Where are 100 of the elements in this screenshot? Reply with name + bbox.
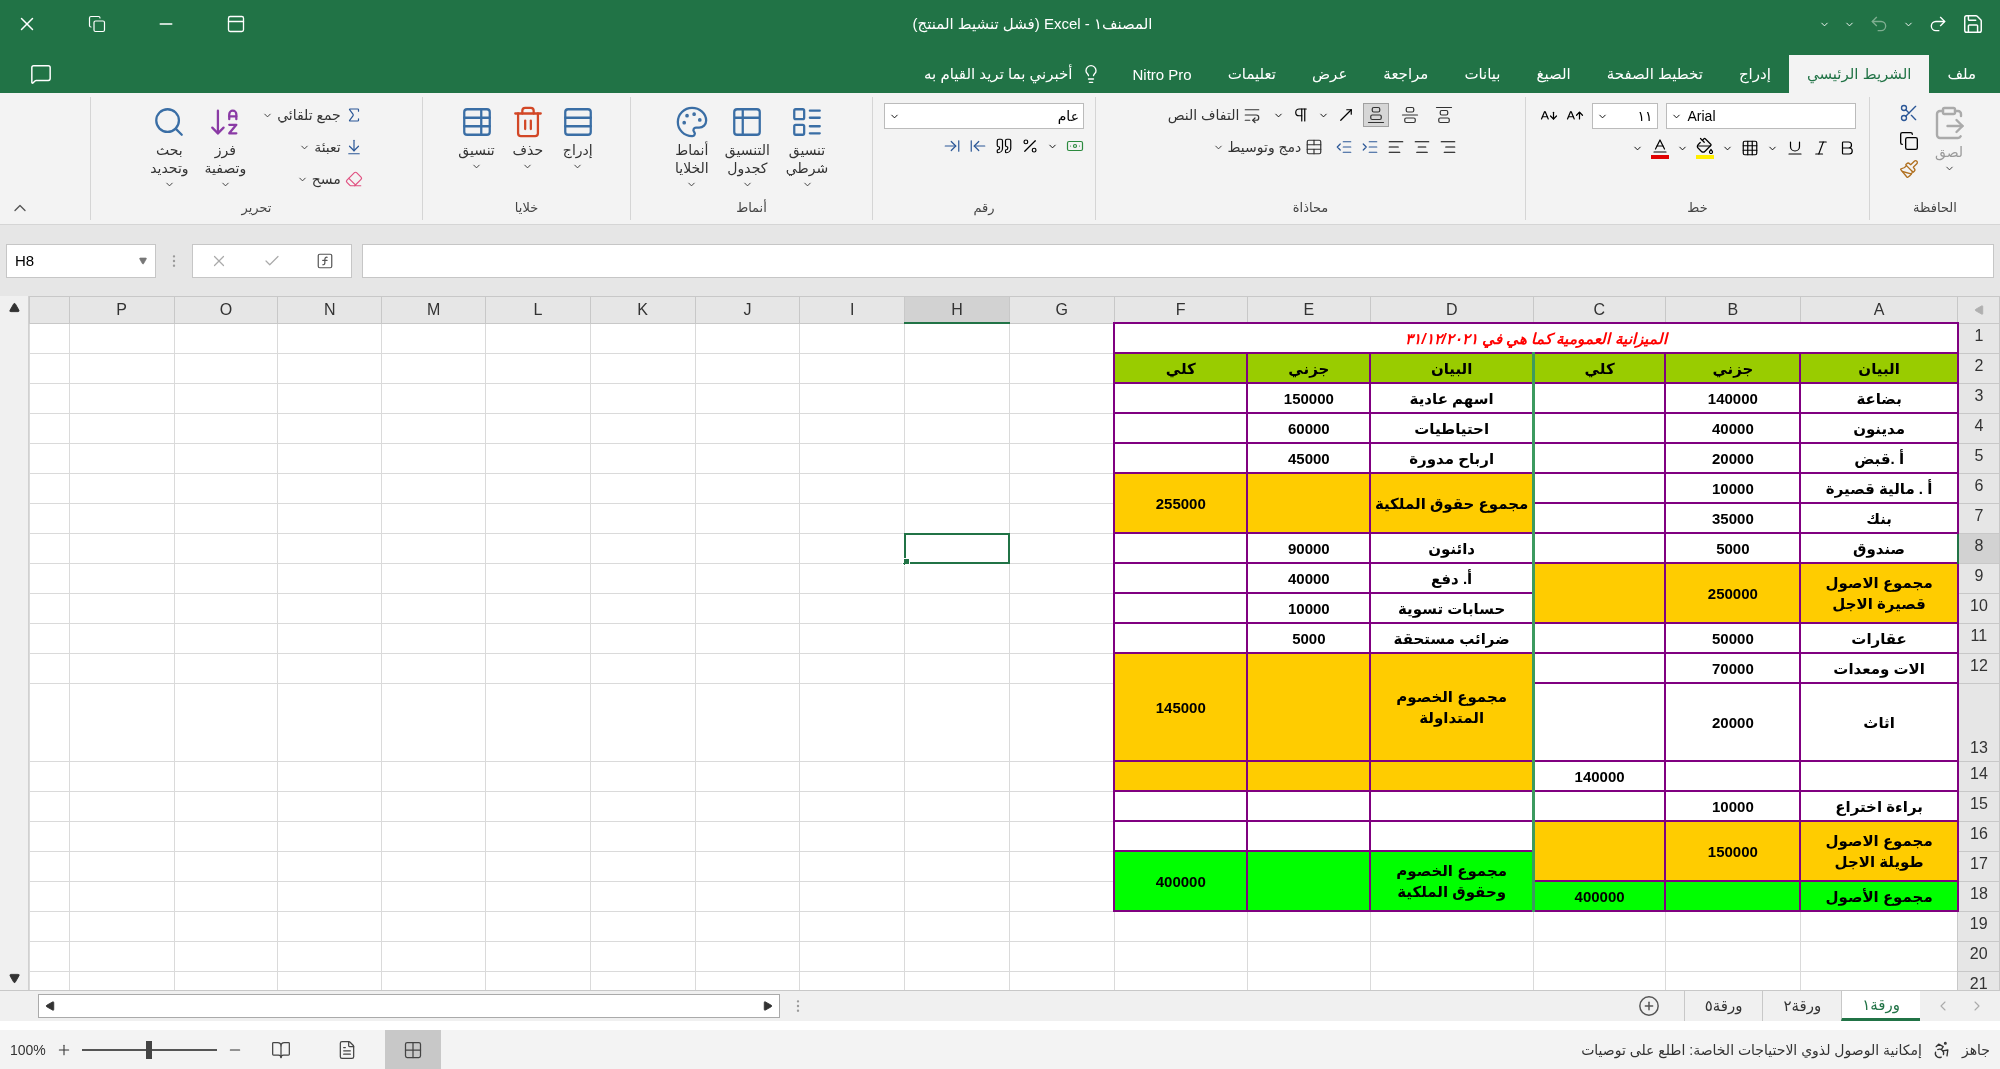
sheet-tab[interactable]: ورقة١ bbox=[1841, 991, 1920, 1021]
ribbon-tab[interactable]: الشريط الرئيسي bbox=[1788, 55, 1930, 93]
borders-icon[interactable] bbox=[1740, 139, 1759, 157]
formula-input[interactable] bbox=[362, 243, 1994, 278]
conditional-format-button[interactable]: تنسيق شرطي bbox=[781, 103, 833, 193]
format-painter-icon[interactable] bbox=[1899, 159, 1919, 179]
indent-increase-icon[interactable] bbox=[1361, 138, 1380, 156]
table-cell: 140000 bbox=[1533, 761, 1666, 791]
align-center-icon[interactable] bbox=[1413, 138, 1432, 156]
font-color-icon[interactable] bbox=[1650, 137, 1669, 159]
fill-button[interactable]: تعبئة bbox=[258, 135, 367, 159]
cut-icon[interactable] bbox=[1899, 103, 1919, 123]
percent-icon[interactable] bbox=[1021, 137, 1039, 155]
insert-function-icon[interactable] bbox=[315, 251, 334, 270]
add-sheet-icon[interactable] bbox=[1637, 995, 1660, 1017]
column-header[interactable]: I bbox=[799, 296, 905, 323]
cell-styles-icon[interactable] bbox=[674, 105, 709, 139]
table-cell: 10000 bbox=[1247, 593, 1371, 623]
book-icon bbox=[270, 1039, 291, 1060]
table-cell: 50000 bbox=[1665, 623, 1801, 653]
ribbon-tab[interactable]: مراجعة bbox=[1365, 55, 1447, 93]
delete-button[interactable]: حذف bbox=[506, 103, 549, 175]
sheet-tab[interactable]: ورقة٥ bbox=[1683, 991, 1763, 1021]
row-header[interactable]: 19 bbox=[1957, 911, 2000, 941]
ribbon-tab[interactable]: Nitro Pro bbox=[1114, 55, 1210, 93]
column-header[interactable]: J bbox=[695, 296, 800, 323]
table-cell: 70000 bbox=[1665, 653, 1801, 683]
clear-button[interactable]: مسح bbox=[258, 167, 367, 191]
font-field[interactable]: Arial bbox=[1665, 103, 1856, 129]
ribbon-tab[interactable]: تعليمات bbox=[1209, 55, 1294, 93]
accessibility-status[interactable]: إمكانية الوصول لذوي الاحتياجات الخاصة: اطلع على توصيات bbox=[1581, 1041, 1922, 1058]
row-header[interactable]: 20 bbox=[1957, 941, 2000, 971]
column-header[interactable]: K bbox=[590, 296, 696, 323]
font-size-field[interactable]: ١١ bbox=[1591, 103, 1658, 129]
top-align-icon[interactable] bbox=[1435, 106, 1454, 124]
conditional-format-icon[interactable] bbox=[790, 105, 824, 139]
format-button[interactable]: تنسيق bbox=[454, 103, 499, 175]
scroll-right-icon[interactable] bbox=[763, 1001, 773, 1011]
column-header[interactable]: F bbox=[1114, 296, 1248, 323]
horizontal-scrollbar[interactable] bbox=[38, 994, 780, 1018]
restore-icon[interactable] bbox=[88, 15, 106, 33]
zoom-level[interactable]: 100% bbox=[10, 1041, 46, 1058]
column-header[interactable]: D bbox=[1370, 296, 1534, 323]
sheet-tab[interactable]: ورقة٢ bbox=[1762, 991, 1842, 1021]
table-cell: عقارات bbox=[1800, 623, 1958, 653]
merge-center-button[interactable]: دمج وتوسيط bbox=[1208, 135, 1328, 159]
ribbon-tab[interactable]: الصيغ bbox=[1518, 55, 1589, 93]
scroll-left-icon[interactable] bbox=[45, 1001, 55, 1011]
redo-icon[interactable] bbox=[1928, 14, 1948, 34]
ribbon-tab[interactable]: ملف bbox=[1929, 55, 1994, 93]
ribbon-tab[interactable]: تخطيط الصفحة bbox=[1588, 55, 1721, 93]
align-right-icon[interactable] bbox=[1439, 138, 1458, 156]
column-header[interactable]: O bbox=[174, 296, 278, 323]
column-header[interactable]: L bbox=[485, 296, 591, 323]
middle-align-icon[interactable] bbox=[1401, 106, 1420, 124]
comment-icon[interactable] bbox=[30, 63, 52, 85]
column-header[interactable]: A bbox=[1800, 296, 1958, 323]
column-header[interactable]: G bbox=[1009, 296, 1115, 323]
column-header[interactable]: B bbox=[1665, 296, 1801, 323]
ribbon-display-icon[interactable] bbox=[226, 14, 246, 34]
find-select-button[interactable]: بحث وتحديد bbox=[146, 103, 193, 193]
zoom-slider[interactable] bbox=[146, 1040, 153, 1059]
ribbon-tab[interactable]: بيانات bbox=[1446, 55, 1519, 93]
table-cell: 90000 bbox=[1247, 533, 1371, 563]
cell-styles-button[interactable]: أنماط الخلايا bbox=[670, 103, 713, 193]
table-cell: 20000 bbox=[1665, 443, 1801, 473]
ribbon-tab[interactable]: إدراج bbox=[1720, 55, 1789, 93]
column-header[interactable]: P bbox=[69, 296, 174, 323]
number-format-field[interactable]: عام bbox=[884, 103, 1084, 129]
table-cell: جزني bbox=[1247, 353, 1371, 383]
table-cell: 250000 bbox=[1665, 563, 1801, 623]
scroll-down-icon[interactable] bbox=[8, 973, 20, 984]
row-header[interactable]: 8 bbox=[1957, 533, 2000, 563]
wrap-text-button[interactable]: التفاف النص bbox=[1163, 103, 1266, 127]
insert-button[interactable]: إدراج bbox=[556, 103, 599, 175]
group-label: تحرير bbox=[240, 200, 273, 218]
wrap-text-icon[interactable] bbox=[1243, 106, 1262, 124]
scroll-up-icon[interactable] bbox=[8, 302, 20, 313]
indent-decrease-icon[interactable] bbox=[1335, 138, 1354, 156]
merge-icon[interactable] bbox=[1305, 138, 1324, 156]
format-table-button[interactable]: التنسيق كجدول bbox=[720, 103, 774, 193]
row-header[interactable]: 13 bbox=[1957, 683, 2000, 761]
column-header[interactable]: E bbox=[1247, 296, 1371, 323]
fill-color-icon[interactable] bbox=[1695, 137, 1714, 159]
tell-me-field[interactable]: أخبرني بما تريد القيام به bbox=[924, 65, 1073, 83]
copy-icon[interactable] bbox=[1899, 131, 1919, 151]
column-header[interactable]: C bbox=[1533, 296, 1666, 323]
normal-view-button[interactable] bbox=[384, 1030, 441, 1069]
column-header[interactable]: H bbox=[904, 296, 1010, 323]
selected-cell[interactable] bbox=[904, 532, 1010, 564]
column-header[interactable]: M bbox=[381, 296, 486, 323]
column-header[interactable]: N bbox=[277, 296, 382, 323]
clear-icon[interactable] bbox=[344, 170, 363, 188]
autosum-button[interactable]: جمع تلقائي bbox=[258, 103, 367, 127]
name-box[interactable]: H8 bbox=[6, 243, 156, 278]
align-left-icon[interactable] bbox=[1387, 138, 1406, 156]
save-icon[interactable] bbox=[1962, 13, 1984, 35]
ribbon-tab[interactable]: عرض bbox=[1293, 55, 1366, 93]
group-label: محاذاة bbox=[1291, 200, 1330, 217]
sort-filter-button[interactable]: فرز وتصفية bbox=[200, 103, 251, 193]
